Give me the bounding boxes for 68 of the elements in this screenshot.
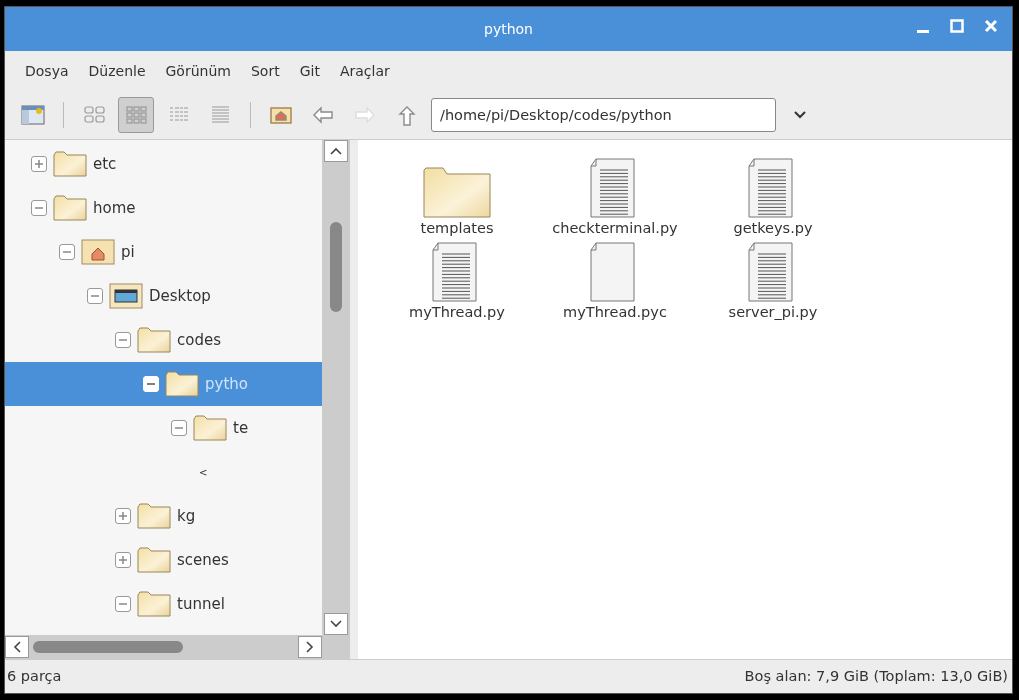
collapse-icon[interactable]: [115, 596, 131, 612]
path-field[interactable]: /home/pi/Desktop/codes/python: [431, 98, 776, 132]
back-arrow-icon: [311, 104, 335, 126]
chevron-up-icon: [330, 147, 342, 155]
desktop-folder-icon: [109, 283, 143, 309]
window-title: python: [484, 19, 533, 39]
chevron-right-icon: [306, 641, 314, 653]
free-space-text: Boş alan: 7,9 GiB (Toplam: 13,0 GiB): [744, 666, 1008, 686]
folder-icon: [53, 195, 87, 221]
file-name[interactable]: myThread.py: [392, 302, 522, 322]
window-icon: [21, 105, 45, 125]
folder-icon: [137, 591, 171, 617]
menu-item[interactable]: Görünüm: [157, 56, 239, 86]
tree-item[interactable]: tunnel: [5, 582, 322, 626]
minimize-icon: [916, 30, 930, 33]
grid-icon: [82, 104, 106, 126]
collapse-icon[interactable]: [31, 200, 47, 216]
grid-icon: [124, 104, 148, 126]
menu-item[interactable]: Araçlar: [331, 56, 398, 86]
folder-icon: [137, 547, 171, 573]
file-name[interactable]: myThread.pyc: [550, 302, 680, 322]
folder-icon: [53, 151, 87, 177]
file-name[interactable]: templates: [392, 218, 522, 238]
maximize-icon: [950, 19, 964, 33]
folder-icon: [137, 327, 171, 353]
item-count: 6 parça: [7, 666, 62, 686]
horizontal-scrollbar[interactable]: [5, 635, 350, 659]
menu-item[interactable]: Sort: [242, 56, 288, 86]
folder-icon: [165, 371, 199, 397]
scroll-right-button[interactable]: [298, 636, 322, 658]
home-folder-icon: [81, 239, 115, 265]
tree-item[interactable]: te: [5, 406, 322, 450]
tree-item[interactable]: Desktop: [5, 274, 322, 318]
home-folder-icon: [269, 104, 293, 126]
expand-icon[interactable]: [115, 552, 131, 568]
thumbnail-view-button[interactable]: [118, 97, 154, 133]
scroll-thumb[interactable]: [33, 641, 183, 653]
collapse-icon[interactable]: [115, 332, 131, 348]
chevron-down-icon: [793, 110, 807, 120]
file-name[interactable]: checkterminal.py: [550, 218, 680, 238]
menu-item[interactable]: Dosya: [17, 56, 77, 86]
menu-item[interactable]: Düzenle: [80, 56, 154, 86]
folder-icon: [193, 415, 227, 441]
folder-icon: [137, 503, 171, 529]
tree-item[interactable]: home: [5, 186, 322, 230]
tree-item[interactable]: kg: [5, 494, 322, 538]
tree-item[interactable]: pi: [5, 230, 322, 274]
collapse-icon[interactable]: [171, 420, 187, 436]
vertical-scrollbar[interactable]: [322, 140, 350, 635]
expand-icon[interactable]: [31, 156, 47, 172]
scroll-down-button[interactable]: [324, 613, 348, 635]
file-name[interactable]: getkeys.py: [708, 218, 838, 238]
collapse-icon[interactable]: [87, 288, 103, 304]
expand-icon[interactable]: [115, 508, 131, 524]
scroll-up-button[interactable]: [324, 140, 348, 162]
tree-fragment: <: [199, 465, 208, 480]
tree-item[interactable]: codes: [5, 318, 322, 362]
tree-item[interactable]: scenes: [5, 538, 322, 582]
menu-item[interactable]: Git: [291, 56, 328, 86]
tree-item[interactable]: etc: [5, 142, 322, 186]
scroll-left-button[interactable]: [5, 636, 29, 658]
chevron-left-icon: [13, 641, 21, 653]
collapse-icon[interactable]: [59, 244, 75, 260]
file-name[interactable]: server_pi.py: [708, 302, 838, 322]
forward-arrow-icon: [353, 104, 377, 126]
close-icon: [984, 19, 998, 33]
chevron-down-icon: [330, 620, 342, 628]
scroll-thumb[interactable]: [330, 222, 342, 312]
